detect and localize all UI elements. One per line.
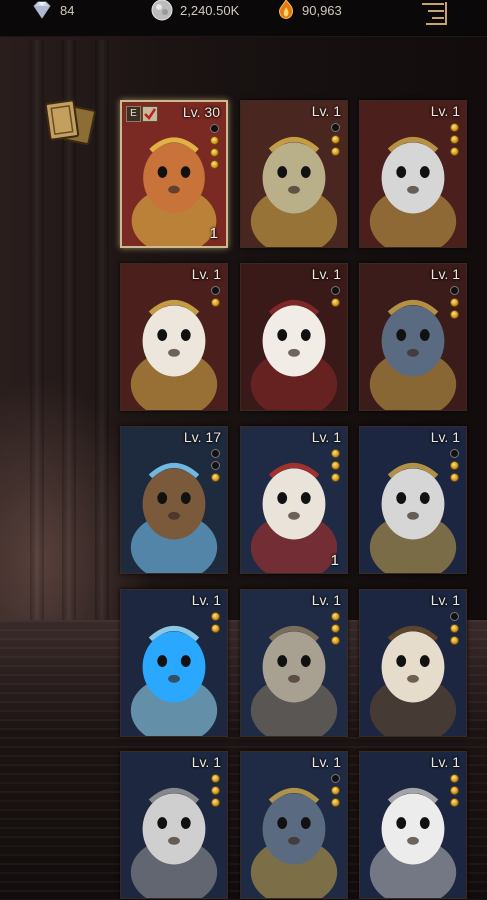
pet-card[interactable]: Lv. 1 xyxy=(359,589,467,737)
pet-card[interactable]: Lv. 1 xyxy=(240,589,348,737)
pet-level: Lv. 30 xyxy=(182,104,220,120)
skill-slots xyxy=(331,449,341,485)
skill-slot-filled xyxy=(210,160,219,169)
skill-slot-filled xyxy=(211,774,220,783)
skill-slot-empty xyxy=(450,449,459,458)
skill-slots xyxy=(331,286,341,310)
pet-level: Lv. 1 xyxy=(311,592,341,608)
skill-slot-filled xyxy=(450,123,459,132)
skill-slot-filled xyxy=(450,786,459,795)
skill-slot-filled xyxy=(210,136,219,145)
skill-slot-empty xyxy=(450,612,459,621)
skill-slots xyxy=(331,774,341,810)
pet-card[interactable]: Lv. 1 xyxy=(240,263,348,411)
pet-card[interactable]: Lv. 1 xyxy=(120,263,228,411)
skill-slot-filled xyxy=(331,461,340,470)
skill-slot-filled xyxy=(331,135,340,144)
skill-slot-filled xyxy=(211,298,220,307)
pet-card[interactable]: Lv. 17 xyxy=(120,426,228,574)
pet-level: Lv. 1 xyxy=(311,266,341,282)
skill-slots xyxy=(211,774,221,810)
pet-card[interactable]: Lv. 1 xyxy=(120,751,228,899)
pet-card[interactable]: Lv. 1 1 xyxy=(240,426,348,574)
skill-slot-filled xyxy=(211,798,220,807)
skill-slot-filled xyxy=(450,774,459,783)
checkmark-icon xyxy=(142,106,158,122)
pet-level: Lv. 1 xyxy=(311,429,341,445)
pet-card[interactable]: Lv. 1 xyxy=(120,589,228,737)
skill-slot-filled xyxy=(331,298,340,307)
pet-level: Lv. 1 xyxy=(430,266,460,282)
skill-slot-filled xyxy=(211,624,220,633)
pet-level: Lv. 1 xyxy=(430,754,460,770)
skill-slot-filled xyxy=(450,636,459,645)
skill-slots xyxy=(450,286,460,322)
skill-slots xyxy=(331,612,341,648)
skill-slots xyxy=(450,612,460,648)
skill-slot-empty xyxy=(211,449,220,458)
skill-slots xyxy=(450,774,460,810)
skill-slots xyxy=(450,449,460,485)
skill-slots xyxy=(450,123,460,159)
skill-slot-filled xyxy=(450,473,459,482)
pet-count: 1 xyxy=(209,225,218,242)
pet-card[interactable]: Lv. 1 xyxy=(240,751,348,899)
skill-slot-empty xyxy=(331,123,340,132)
pet-card[interactable]: Lv. 1 xyxy=(359,263,467,411)
skill-slot-filled xyxy=(211,786,220,795)
skill-slot-filled xyxy=(331,612,340,621)
skill-slot-empty xyxy=(331,774,340,783)
skill-slot-filled xyxy=(210,148,219,157)
pet-level: Lv. 1 xyxy=(311,103,341,119)
skill-slot-filled xyxy=(331,798,340,807)
skill-slots xyxy=(211,449,221,485)
skill-slot-filled xyxy=(331,449,340,458)
equipped-badge: E xyxy=(126,106,141,122)
pet-level: Lv. 1 xyxy=(430,592,460,608)
pet-level: Lv. 1 xyxy=(191,592,221,608)
skill-slot-filled xyxy=(450,147,459,156)
pet-level: Lv. 1 xyxy=(191,266,221,282)
skill-slot-filled xyxy=(450,798,459,807)
pet-card[interactable]: Lv. 1 xyxy=(359,426,467,574)
skill-slot-empty xyxy=(211,461,220,470)
skill-slot-filled xyxy=(331,786,340,795)
skill-slot-empty xyxy=(211,286,220,295)
pet-level: Lv. 1 xyxy=(191,754,221,770)
skill-slots xyxy=(211,612,221,636)
pet-card[interactable]: Lv. 1 xyxy=(359,100,467,248)
skill-slot-filled xyxy=(450,310,459,319)
skill-slot-filled xyxy=(331,624,340,633)
skill-slot-filled xyxy=(331,636,340,645)
pet-level: Lv. 1 xyxy=(311,754,341,770)
skill-slots xyxy=(331,123,341,159)
pet-level: Lv. 1 xyxy=(430,429,460,445)
skill-slot-empty xyxy=(450,286,459,295)
pet-card[interactable]: Lv. 1 xyxy=(240,100,348,248)
pet-card[interactable]: Lv. 1 xyxy=(359,751,467,899)
skill-slot-empty xyxy=(210,124,219,133)
pet-grid: Lv. 30 E 1 Lv. 1 Lv. 1 Lv. 1 Lv. 1 Lv. 1… xyxy=(0,0,487,900)
skill-slot-filled xyxy=(450,624,459,633)
skill-slot-filled xyxy=(211,612,220,621)
skill-slot-filled xyxy=(450,461,459,470)
skill-slots xyxy=(210,124,220,172)
skill-slots xyxy=(211,286,221,310)
skill-slot-filled xyxy=(331,473,340,482)
skill-slot-filled xyxy=(211,473,220,482)
skill-slot-filled xyxy=(450,135,459,144)
skill-slot-filled xyxy=(331,147,340,156)
pet-level: Lv. 17 xyxy=(183,429,221,445)
skill-slot-empty xyxy=(331,286,340,295)
pet-card[interactable]: Lv. 30 E 1 xyxy=(120,100,228,248)
pet-count: 1 xyxy=(330,552,339,569)
skill-slot-filled xyxy=(450,298,459,307)
pet-level: Lv. 1 xyxy=(430,103,460,119)
